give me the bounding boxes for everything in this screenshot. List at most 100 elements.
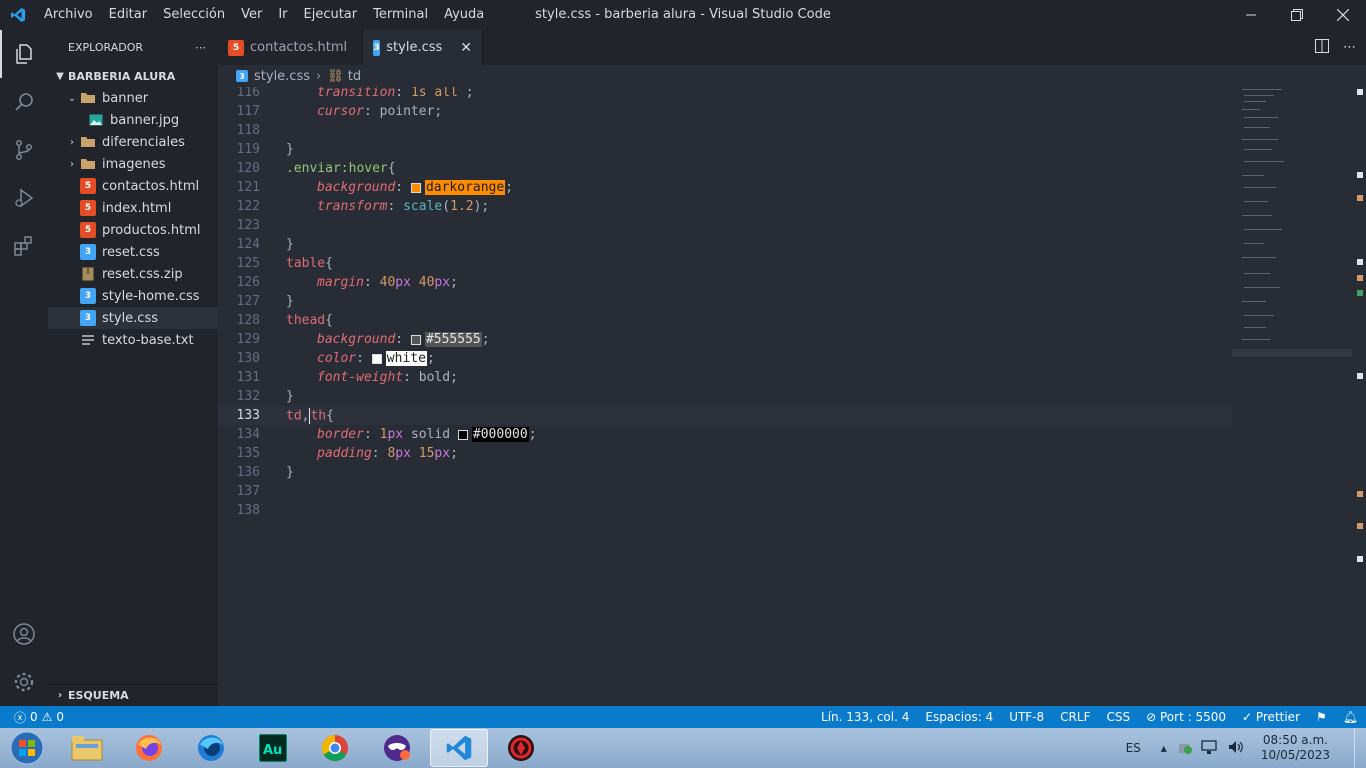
show-desktop-button[interactable] xyxy=(1354,728,1366,768)
close-window-button[interactable] xyxy=(1320,0,1366,30)
clock-date: 10/05/2023 xyxy=(1260,748,1330,762)
tree-file-contactos-html[interactable]: 5 contactos.html xyxy=(48,175,218,197)
css-value: darkorange xyxy=(424,180,506,195)
extensions-icon[interactable] xyxy=(0,222,48,270)
system-clock[interactable]: 08:50 a.m. 10/05/2023 xyxy=(1249,733,1354,763)
code-line: 135 padding: 8px 15px; xyxy=(218,444,1232,463)
tree-label: productos.html xyxy=(102,222,201,238)
outline-section[interactable]: › ESQUEMA xyxy=(48,684,218,706)
menu-ayuda[interactable]: Ayuda xyxy=(436,0,492,30)
indentation[interactable]: Espacios: 4 xyxy=(917,706,1001,728)
firefox-developer-icon[interactable] xyxy=(182,729,240,767)
tab-label: style.css xyxy=(386,40,443,55)
adobe-audition-icon[interactable]: Au xyxy=(244,729,302,767)
tab-actions: ⋯ xyxy=(1315,30,1356,65)
tree-file-productos-html[interactable]: 5 productos.html xyxy=(48,219,218,241)
code-line: 132 } xyxy=(218,387,1232,406)
project-folder[interactable]: ▼ BARBERIA ALURA xyxy=(48,65,218,87)
chevron-right-icon: › xyxy=(57,690,63,701)
css-file-icon: 3 xyxy=(80,244,96,260)
project-name: BARBERIA ALURA xyxy=(68,69,176,83)
tree-folder-imagenes[interactable]: › imagenes xyxy=(48,153,218,175)
close-icon[interactable]: ✕ xyxy=(460,40,472,56)
input-language[interactable]: ES xyxy=(1112,741,1155,755)
code-line: 124 } xyxy=(218,235,1232,254)
private-browser-icon[interactable] xyxy=(368,729,426,767)
encoding[interactable]: UTF-8 xyxy=(1001,706,1052,728)
html-file-icon: 5 xyxy=(80,178,96,194)
tree-file-index-html[interactable]: 5 index.html xyxy=(48,197,218,219)
text-file-icon xyxy=(80,332,96,348)
color-swatch[interactable] xyxy=(410,182,421,193)
color-swatch[interactable] xyxy=(410,334,421,345)
tree-file-style-home-css[interactable]: 3 style-home.css xyxy=(48,285,218,307)
language-mode[interactable]: CSS xyxy=(1098,706,1138,728)
vscode-taskbar-icon[interactable] xyxy=(430,729,488,767)
menu-editar[interactable]: Editar xyxy=(101,0,156,30)
menu-seleccion[interactable]: Selección xyxy=(155,0,233,30)
menu-ir[interactable]: Ir xyxy=(270,0,295,30)
more-actions-icon[interactable]: ⋯ xyxy=(1343,40,1356,55)
menu-terminal[interactable]: Terminal xyxy=(365,0,436,30)
breadcrumb-file[interactable]: style.css xyxy=(254,69,310,84)
tree-file-style-css[interactable]: 3 style.css xyxy=(48,307,218,329)
split-editor-icon[interactable] xyxy=(1315,38,1329,57)
tree-file-texto-base-txt[interactable]: texto-base.txt xyxy=(48,329,218,351)
gaming-app-icon[interactable] xyxy=(492,729,550,767)
css-function: scale xyxy=(403,199,443,214)
start-button[interactable] xyxy=(0,728,54,768)
explorer-header: EXPLORADOR ⋯ xyxy=(48,30,218,65)
code-line: 138 xyxy=(218,501,1232,520)
security-icon[interactable] xyxy=(1173,739,1197,758)
show-hidden-icons-icon[interactable]: ▴ xyxy=(1155,741,1173,755)
css-property: color xyxy=(317,351,357,366)
tree-label: reset.css xyxy=(102,244,160,260)
vertical-scrollbar[interactable] xyxy=(1352,87,1366,706)
css-value: bold xyxy=(418,370,451,385)
explorer-icon[interactable] xyxy=(0,30,48,78)
color-swatch[interactable] xyxy=(457,429,468,440)
css-property: padding xyxy=(317,446,372,461)
file-explorer-icon[interactable] xyxy=(58,729,116,767)
end-of-line[interactable]: CRLF xyxy=(1052,706,1098,728)
menu-ver[interactable]: Ver xyxy=(233,0,270,30)
tree-folder-diferenciales[interactable]: › diferenciales xyxy=(48,131,218,153)
network-icon[interactable] xyxy=(1197,739,1223,758)
color-swatch[interactable] xyxy=(371,353,382,364)
cursor-position[interactable]: Lín. 133, col. 4 xyxy=(813,706,917,728)
menu-ejecutar[interactable]: Ejecutar xyxy=(296,0,366,30)
chrome-icon[interactable] xyxy=(306,729,364,767)
source-control-icon[interactable] xyxy=(0,126,48,174)
live-server-port[interactable]: ⊘ Port : 5500 xyxy=(1138,706,1234,728)
minimap[interactable] xyxy=(1232,87,1352,706)
restore-button[interactable] xyxy=(1274,0,1320,30)
tree-file-reset-css[interactable]: 3 reset.css xyxy=(48,241,218,263)
tree-file-banner-jpg[interactable]: banner.jpg xyxy=(48,109,218,131)
notifications-bell-icon[interactable]: 🔔︎ xyxy=(1335,706,1366,728)
volume-icon[interactable] xyxy=(1223,739,1249,758)
settings-gear-icon[interactable] xyxy=(0,658,48,706)
more-actions-icon[interactable]: ⋯ xyxy=(195,41,206,54)
breadcrumb-symbol[interactable]: td xyxy=(348,69,361,84)
feedback-icon[interactable]: ⚑ xyxy=(1308,706,1335,728)
tab-style-css[interactable]: 3 style.css ✕ xyxy=(363,30,483,65)
html-file-icon: 5 xyxy=(80,222,96,238)
status-right: Lín. 133, col. 4 Espacios: 4 UTF-8 CRLF … xyxy=(813,706,1366,728)
image-file-icon xyxy=(88,112,104,128)
account-icon[interactable] xyxy=(0,610,48,658)
warning-count: 0 xyxy=(56,710,65,724)
run-debug-icon[interactable] xyxy=(0,174,48,222)
code-line: 123 xyxy=(218,216,1232,235)
tree-folder-banner[interactable]: ⌄ banner xyxy=(48,87,218,109)
search-icon[interactable] xyxy=(0,78,48,126)
menu-archivo[interactable]: Archivo xyxy=(36,0,101,30)
line-number: 126 xyxy=(236,275,260,290)
minimize-button[interactable] xyxy=(1228,0,1274,30)
prettier-status[interactable]: ✓ Prettier xyxy=(1234,706,1308,728)
tree-file-reset-css-zip[interactable]: reset.css.zip xyxy=(48,263,218,285)
problems-indicator[interactable]: ⓧ 0 ⚠ 0 xyxy=(0,709,64,726)
css-file-icon: 3 xyxy=(236,70,248,82)
firefox-icon[interactable] xyxy=(120,729,178,767)
tab-contactos-html[interactable]: 5 contactos.html xyxy=(218,30,363,65)
code-editor[interactable]: 116 transition: 1s all ; 117 cursor: poi… xyxy=(218,87,1366,706)
